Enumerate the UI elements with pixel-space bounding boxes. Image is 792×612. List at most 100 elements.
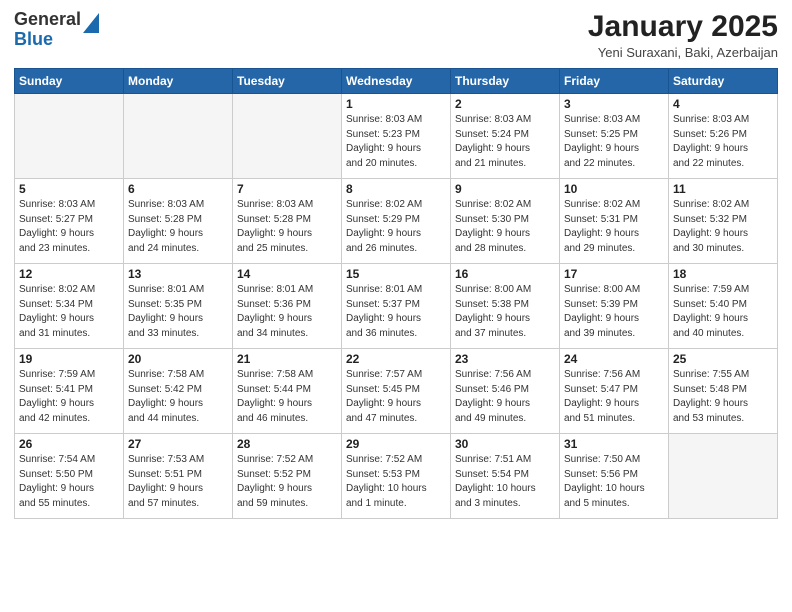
day-info: Sunrise: 8:02 AM Sunset: 5:34 PM Dayligh… <box>19 283 119 341</box>
day-number: 17 <box>564 267 664 281</box>
calendar-week-row: 1Sunrise: 8:03 AM Sunset: 5:23 PM Daylig… <box>15 94 778 179</box>
calendar-cell: 29 Sunrise: 7:52 AM Sunset: 5:53 PM Dayli… <box>342 434 451 519</box>
day-number: 2 <box>455 97 555 111</box>
day-number: 9 <box>455 182 555 196</box>
calendar-cell: 30 Sunrise: 7:51 AM Sunset: 5:54 PM Dayli… <box>451 434 560 519</box>
day-number: 4 <box>673 97 773 111</box>
calendar-cell: 31 Sunrise: 7:50 AM Sunset: 5:56 PM Dayli… <box>560 434 669 519</box>
calendar-cell: 14Sunrise: 8:01 AM Sunset: 5:36 PM Dayli… <box>233 264 342 349</box>
day-header-saturday: Saturday <box>669 69 778 94</box>
day-info: Sunrise: 8:00 AM Sunset: 5:38 PM Dayligh… <box>455 283 555 341</box>
day-number: 29 <box>346 437 446 451</box>
day-number: 24 <box>564 352 664 366</box>
day-info: Sunrise: 8:03 AM Sunset: 5:28 PM Dayligh… <box>237 198 337 256</box>
day-info: Sunrise: 7:58 AM Sunset: 5:44 PM Dayligh… <box>237 368 337 426</box>
day-number: 27 <box>128 437 228 451</box>
day-number: 22 <box>346 352 446 366</box>
calendar-cell: 24 Sunrise: 7:56 AM Sunset: 5:47 PM Dayli… <box>560 349 669 434</box>
day-info: Sunrise: 7:55 AM Sunset: 5:48 PM Dayligh… <box>673 368 773 426</box>
day-info: Sunrise: 8:01 AM Sunset: 5:35 PM Dayligh… <box>128 283 228 341</box>
day-number: 30 <box>455 437 555 451</box>
calendar-week-row: 12 Sunrise: 8:02 AM Sunset: 5:34 PM Dayli… <box>15 264 778 349</box>
day-header-thursday: Thursday <box>451 69 560 94</box>
calendar-cell <box>124 94 233 179</box>
day-info: Sunrise: 8:03 AM Sunset: 5:27 PM Dayligh… <box>19 198 119 256</box>
day-info: Sunrise: 8:02 AM Sunset: 5:32 PM Dayligh… <box>673 198 773 256</box>
calendar-cell: 21 Sunrise: 7:58 AM Sunset: 5:44 PM Dayli… <box>233 349 342 434</box>
calendar-cell: 18 Sunrise: 7:59 AM Sunset: 5:40 PM Dayli… <box>669 264 778 349</box>
day-info: Sunrise: 7:59 AM Sunset: 5:41 PM Dayligh… <box>19 368 119 426</box>
day-number: 15 <box>346 267 446 281</box>
calendar-cell: 11Sunrise: 8:02 AM Sunset: 5:32 PM Dayli… <box>669 179 778 264</box>
day-number: 5 <box>19 182 119 196</box>
day-info: Sunrise: 8:03 AM Sunset: 5:25 PM Dayligh… <box>564 113 664 171</box>
day-info: Sunrise: 7:57 AM Sunset: 5:45 PM Dayligh… <box>346 368 446 426</box>
day-number: 23 <box>455 352 555 366</box>
calendar-cell: 15 Sunrise: 8:01 AM Sunset: 5:37 PM Dayli… <box>342 264 451 349</box>
logo: General Blue <box>14 10 99 50</box>
day-number: 20 <box>128 352 228 366</box>
day-number: 28 <box>237 437 337 451</box>
day-number: 12 <box>19 267 119 281</box>
day-header-tuesday: Tuesday <box>233 69 342 94</box>
calendar-cell: 3 Sunrise: 8:03 AM Sunset: 5:25 PM Daylig… <box>560 94 669 179</box>
day-number: 7 <box>237 182 337 196</box>
day-header-wednesday: Wednesday <box>342 69 451 94</box>
calendar-cell: 12 Sunrise: 8:02 AM Sunset: 5:34 PM Dayli… <box>15 264 124 349</box>
calendar-cell <box>233 94 342 179</box>
day-info: Sunrise: 8:03 AM Sunset: 5:24 PM Dayligh… <box>455 113 555 171</box>
day-number: 14 <box>237 267 337 281</box>
calendar-cell: 13 Sunrise: 8:01 AM Sunset: 5:35 PM Dayli… <box>124 264 233 349</box>
day-number: 8 <box>346 182 446 196</box>
calendar-cell: 27 Sunrise: 7:53 AM Sunset: 5:51 PM Dayli… <box>124 434 233 519</box>
calendar-cell: 16 Sunrise: 8:00 AM Sunset: 5:38 PM Dayli… <box>451 264 560 349</box>
day-number: 31 <box>564 437 664 451</box>
calendar-week-row: 26 Sunrise: 7:54 AM Sunset: 5:50 PM Dayli… <box>15 434 778 519</box>
month-title: January 2025 <box>588 10 778 43</box>
calendar-cell: 20Sunrise: 7:58 AM Sunset: 5:42 PM Dayli… <box>124 349 233 434</box>
calendar-cell: 28Sunrise: 7:52 AM Sunset: 5:52 PM Dayli… <box>233 434 342 519</box>
day-number: 18 <box>673 267 773 281</box>
day-number: 16 <box>455 267 555 281</box>
day-info: Sunrise: 7:50 AM Sunset: 5:56 PM Dayligh… <box>564 453 664 511</box>
header: General Blue January 2025 Yeni Suraxani,… <box>14 10 778 60</box>
day-info: Sunrise: 7:53 AM Sunset: 5:51 PM Dayligh… <box>128 453 228 511</box>
day-number: 13 <box>128 267 228 281</box>
calendar-cell: 9 Sunrise: 8:02 AM Sunset: 5:30 PM Daylig… <box>451 179 560 264</box>
calendar-header-row: SundayMondayTuesdayWednesdayThursdayFrid… <box>15 69 778 94</box>
day-info: Sunrise: 7:54 AM Sunset: 5:50 PM Dayligh… <box>19 453 119 511</box>
day-info: Sunrise: 7:52 AM Sunset: 5:53 PM Dayligh… <box>346 453 446 511</box>
logo-triangle-icon <box>83 13 99 33</box>
calendar-cell: 25Sunrise: 7:55 AM Sunset: 5:48 PM Dayli… <box>669 349 778 434</box>
header-right: January 2025 Yeni Suraxani, Baki, Azerba… <box>588 10 778 60</box>
calendar-cell <box>669 434 778 519</box>
calendar-cell: 26 Sunrise: 7:54 AM Sunset: 5:50 PM Dayli… <box>15 434 124 519</box>
day-number: 1 <box>346 97 446 111</box>
calendar-cell <box>15 94 124 179</box>
calendar-week-row: 19 Sunrise: 7:59 AM Sunset: 5:41 PM Dayli… <box>15 349 778 434</box>
day-number: 6 <box>128 182 228 196</box>
logo-blue-text: Blue <box>14 29 53 49</box>
calendar-cell: 4 Sunrise: 8:03 AM Sunset: 5:26 PM Daylig… <box>669 94 778 179</box>
day-info: Sunrise: 7:59 AM Sunset: 5:40 PM Dayligh… <box>673 283 773 341</box>
calendar-cell: 8 Sunrise: 8:02 AM Sunset: 5:29 PM Daylig… <box>342 179 451 264</box>
calendar-cell: 17Sunrise: 8:00 AM Sunset: 5:39 PM Dayli… <box>560 264 669 349</box>
calendar-cell: 10Sunrise: 8:02 AM Sunset: 5:31 PM Dayli… <box>560 179 669 264</box>
day-info: Sunrise: 8:01 AM Sunset: 5:37 PM Dayligh… <box>346 283 446 341</box>
day-number: 26 <box>19 437 119 451</box>
day-info: Sunrise: 8:03 AM Sunset: 5:26 PM Dayligh… <box>673 113 773 171</box>
day-header-friday: Friday <box>560 69 669 94</box>
day-info: Sunrise: 8:03 AM Sunset: 5:28 PM Dayligh… <box>128 198 228 256</box>
calendar-cell: 2 Sunrise: 8:03 AM Sunset: 5:24 PM Daylig… <box>451 94 560 179</box>
logo-general-text: General <box>14 9 81 29</box>
day-info: Sunrise: 7:56 AM Sunset: 5:47 PM Dayligh… <box>564 368 664 426</box>
day-number: 19 <box>19 352 119 366</box>
day-info: Sunrise: 7:51 AM Sunset: 5:54 PM Dayligh… <box>455 453 555 511</box>
day-number: 21 <box>237 352 337 366</box>
page: General Blue January 2025 Yeni Suraxani,… <box>0 0 792 612</box>
day-number: 3 <box>564 97 664 111</box>
day-info: Sunrise: 8:02 AM Sunset: 5:29 PM Dayligh… <box>346 198 446 256</box>
day-info: Sunrise: 8:02 AM Sunset: 5:30 PM Dayligh… <box>455 198 555 256</box>
day-header-monday: Monday <box>124 69 233 94</box>
calendar-cell: 5 Sunrise: 8:03 AM Sunset: 5:27 PM Daylig… <box>15 179 124 264</box>
